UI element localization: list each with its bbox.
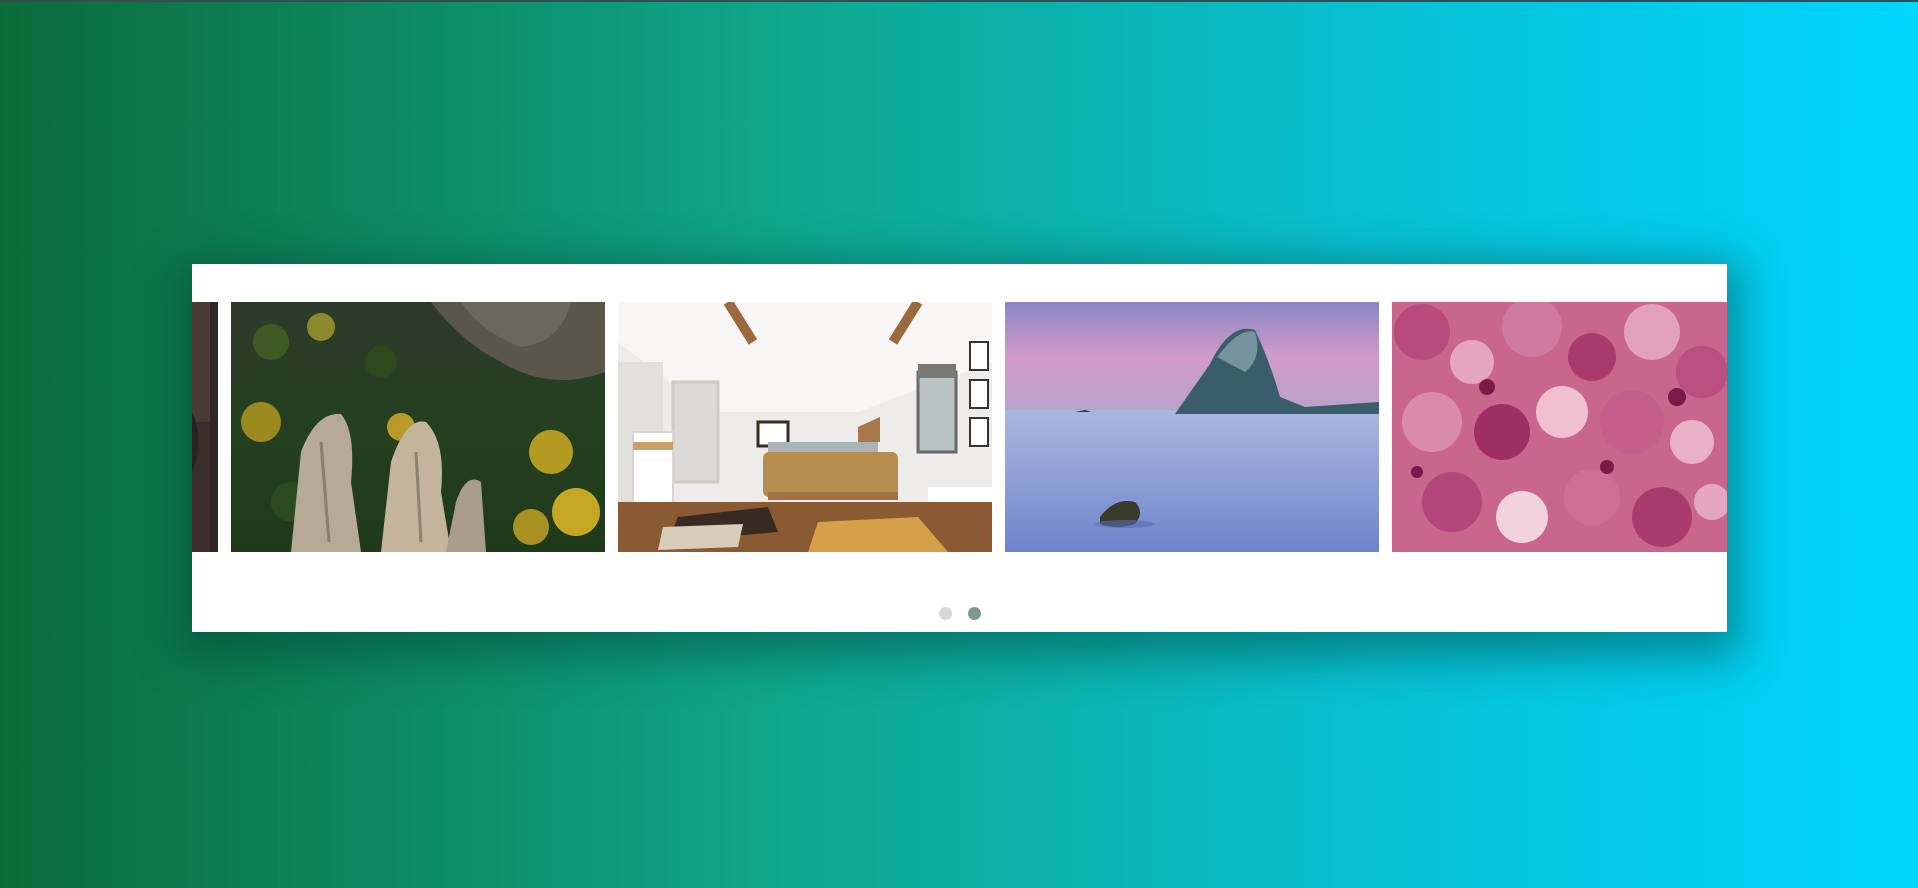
carousel-track[interactable] [192,302,1727,552]
bedroom-photo [618,302,992,552]
window-top-border [0,0,1918,2]
image-carousel[interactable] [192,264,1727,632]
carousel-slide-bedroom[interactable] [618,302,992,552]
pagination-dot-1[interactable] [938,606,952,620]
carousel-pagination [192,606,1727,620]
forest-rocks-photo [231,302,605,552]
carousel-slide-abstract[interactable] [1392,302,1727,552]
carousel-slide-seascape[interactable] [1005,302,1379,552]
pagination-dot-2-active[interactable] [967,606,981,620]
carousel-slide-partial[interactable] [192,302,218,552]
carousel-slide-forest[interactable] [231,302,605,552]
seascape-photo [1005,302,1379,552]
partial-dark-photo [192,302,218,552]
abstract-pink-photo [1392,302,1727,552]
